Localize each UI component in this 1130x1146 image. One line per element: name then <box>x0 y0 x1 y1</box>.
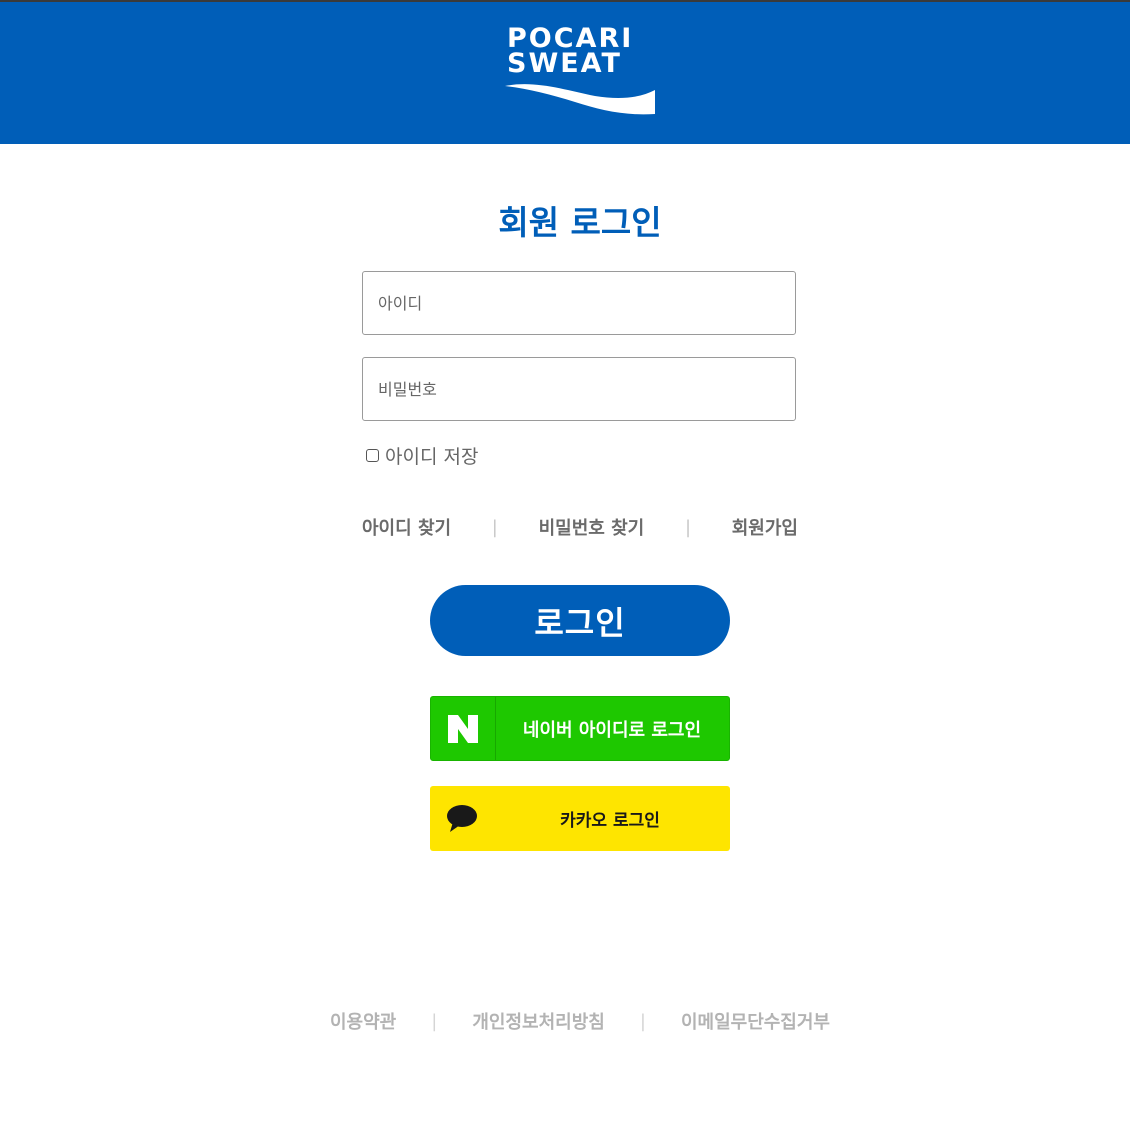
footer-separator: | <box>639 1010 646 1032</box>
signup-link[interactable]: 회원가입 <box>732 514 798 540</box>
password-field[interactable] <box>362 357 796 421</box>
email-refusal-link[interactable]: 이메일무단수집거부 <box>681 1008 830 1034</box>
terms-link[interactable]: 이용약관 <box>330 1008 396 1034</box>
naver-logo-box <box>431 697 496 760</box>
kakao-speech-bubble-icon <box>447 805 477 832</box>
save-id-checkbox[interactable] <box>366 448 379 462</box>
logo-line-2: SWEAT <box>507 48 622 79</box>
link-separator: | <box>684 516 692 538</box>
kakao-login-label: 카카오 로그인 <box>560 811 660 831</box>
link-separator: | <box>491 516 498 538</box>
logo-wave-icon <box>505 84 655 115</box>
login-button[interactable]: 로그인 <box>430 585 730 656</box>
save-id-option[interactable]: 아이디 저장 <box>366 442 478 468</box>
footer-separator: | <box>431 1010 438 1032</box>
kakao-login-button[interactable]: 카카오 로그인 <box>430 786 730 851</box>
password-input[interactable] <box>363 358 795 420</box>
id-field[interactable] <box>362 271 796 335</box>
id-input[interactable] <box>363 272 795 334</box>
naver-n-icon <box>448 714 478 743</box>
naver-login-label: 네이버 아이디로 로그인 <box>522 719 702 741</box>
footer-links: 이용약관 | 개인정보처리방침 | 이메일무단수집거부 <box>330 1006 830 1036</box>
page-title: 회원 로그인 <box>498 203 662 242</box>
save-id-label: 아이디 저장 <box>385 445 479 468</box>
privacy-policy-link[interactable]: 개인정보처리방침 <box>472 1008 604 1034</box>
account-links: 아이디 찾기 | 비밀번호 찾기 | 회원가입 <box>362 512 798 542</box>
site-header: POCARI SWEAT <box>0 2 1130 144</box>
find-password-link[interactable]: 비밀번호 찾기 <box>539 514 645 540</box>
find-id-link[interactable]: 아이디 찾기 <box>362 514 451 540</box>
logo-wordmark: POCARI SWEAT <box>507 25 657 79</box>
naver-login-button[interactable]: 네이버 아이디로 로그인 <box>430 696 730 761</box>
pocari-sweat-logo[interactable]: POCARI SWEAT <box>505 24 657 118</box>
